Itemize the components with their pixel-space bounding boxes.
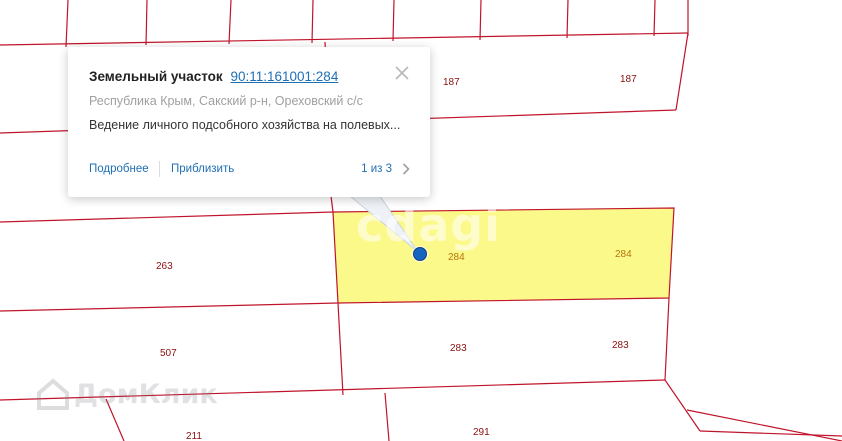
parcel-label: 283 [612, 340, 629, 351]
parcel-label: 507 [160, 348, 177, 359]
parcel-boundary [653, 0, 656, 37]
parcel-boundary [686, 409, 842, 441]
parcel-info-popup: Земельный участок 90:11:161001:284 Респу… [68, 47, 430, 197]
location-marker[interactable] [413, 247, 427, 261]
parcel-label: 211 [186, 431, 202, 441]
parcel-boundary [0, 32, 689, 46]
parcel-boundary [392, 0, 395, 42]
footer-divider [159, 161, 160, 177]
popup-footer: Подробнее Приблизить 1 из 3 [89, 161, 410, 179]
parcel-boundary [566, 0, 569, 39]
parcel-label: 284 [448, 252, 465, 263]
cadastral-number-link[interactable]: 90:11:161001:284 [230, 69, 338, 84]
watermark-text: ДомКлик [74, 378, 218, 410]
zoom-in-link[interactable]: Приблизить [171, 163, 234, 175]
parcel-boundary [384, 392, 390, 441]
parcel-boundary [65, 0, 69, 48]
parcel-address: Республика Крым, Сакский р-н, Ореховский… [89, 94, 363, 108]
parcel-boundary [0, 211, 334, 223]
parcel-boundary [479, 0, 482, 41]
chevron-right-icon[interactable] [402, 163, 410, 175]
parcel-boundary [145, 0, 148, 46]
parcel-kind: Земельный участок [89, 69, 223, 84]
close-icon[interactable] [394, 65, 410, 81]
details-link[interactable]: Подробнее [89, 163, 149, 175]
parcel-boundary [664, 379, 701, 432]
parcel-label: 187 [620, 74, 637, 85]
house-icon [37, 378, 69, 410]
parcel-boundary [330, 195, 334, 213]
pager: 1 из 3 [361, 163, 410, 175]
parcel-label: 283 [450, 343, 467, 354]
parcel-boundary [699, 430, 842, 437]
domclick-watermark: ДомКлик [36, 378, 218, 410]
parcel-boundary [675, 32, 689, 111]
parcel-label: 263 [156, 261, 173, 272]
parcel-label: 187 [443, 77, 460, 88]
parcel-label: 291 [473, 427, 490, 438]
parcel-boundary [311, 0, 314, 44]
parcel-boundary [337, 302, 344, 396]
parcel-description: Ведение личного подсобного хозяйства на … [89, 118, 401, 132]
parcel-boundary [664, 297, 670, 381]
popup-title: Земельный участок 90:11:161001:284 [89, 69, 338, 84]
watermark-logo: cdagi [356, 198, 501, 252]
parcel-boundary [228, 0, 232, 45]
parcel-label: 284 [615, 249, 632, 260]
pager-text: 1 из 3 [361, 163, 392, 175]
parcel-boundary [0, 302, 339, 312]
